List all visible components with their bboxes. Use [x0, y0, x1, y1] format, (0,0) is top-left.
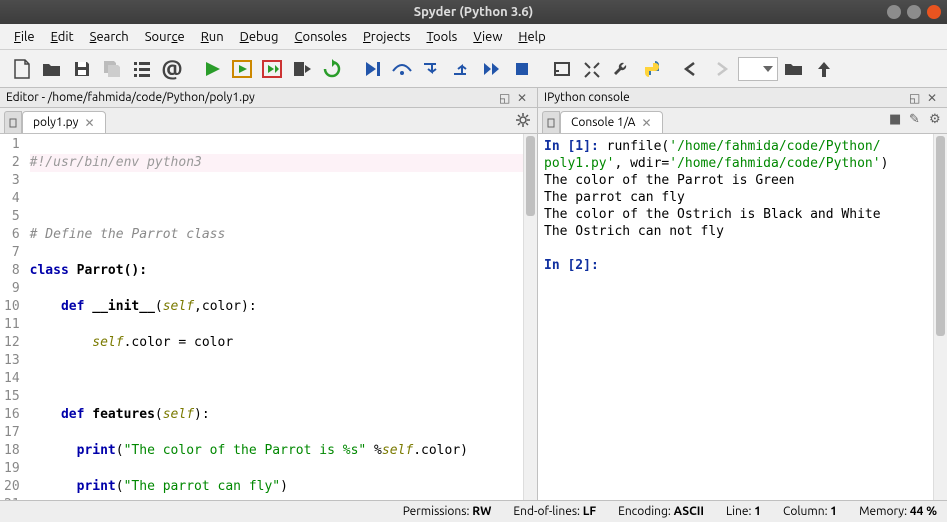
menu-consoles[interactable]: Consoles	[287, 27, 355, 47]
editor-pane-header: Editor - /home/fahmida/code/Python/poly1…	[0, 88, 537, 108]
menu-source[interactable]: Source	[137, 27, 193, 47]
menu-edit[interactable]: Edit	[43, 27, 82, 47]
at-icon[interactable]: @	[158, 55, 186, 83]
step-into-icon[interactable]	[418, 55, 446, 83]
tab-region-icon[interactable]	[4, 111, 22, 133]
status-col-label: Column:	[783, 505, 828, 518]
list-icon[interactable]	[128, 55, 156, 83]
tab-close-icon[interactable]: ✕	[641, 116, 651, 130]
tab-options-icon[interactable]	[515, 112, 531, 128]
status-col-value: 1	[830, 505, 837, 518]
window-title: Spyder (Python 3.6)	[414, 5, 533, 19]
step-out-icon[interactable]	[448, 55, 476, 83]
statusbar: Permissions: RW End-of-lines: LF Encodin…	[0, 500, 947, 522]
menu-projects[interactable]: Projects	[355, 27, 418, 47]
rerun-icon[interactable]	[318, 55, 346, 83]
step-over-icon[interactable]	[388, 55, 416, 83]
window-minimize-button[interactable]	[887, 5, 901, 19]
status-perm-value: RW	[472, 505, 491, 518]
folder-open-icon[interactable]	[38, 55, 66, 83]
pane-restore-icon[interactable]: ◱	[909, 91, 923, 105]
window-titlebar: Spyder (Python 3.6)	[0, 0, 947, 24]
editor-tab-row: poly1.py ✕	[0, 108, 537, 134]
console-stop-icon[interactable]: ■	[889, 112, 903, 126]
new-file-icon[interactable]	[8, 55, 36, 83]
status-enc-value: ASCII	[674, 505, 704, 518]
pane-restore-icon[interactable]: ◱	[499, 91, 513, 105]
console-pane-title: IPython console	[544, 91, 630, 104]
editor-tab[interactable]: poly1.py ✕	[22, 111, 106, 133]
console-options-icon[interactable]: ⚙	[929, 112, 943, 126]
status-line-label: Line:	[726, 505, 751, 518]
forward-icon[interactable]	[708, 55, 736, 83]
menu-debug[interactable]: Debug	[232, 27, 287, 47]
ipython-console[interactable]: In [1]: runfile('/home/fahmida/code/Pyth…	[538, 134, 947, 500]
wd-up-icon[interactable]	[810, 55, 838, 83]
code-editor[interactable]: 1 2 3 4 5 6 7 8 9 10 11 12 13 14 15 16 1…	[0, 134, 537, 500]
play-icon[interactable]	[198, 55, 226, 83]
tab-region-icon[interactable]	[542, 111, 560, 133]
status-enc-label: Encoding:	[618, 505, 671, 518]
editor-scrollbar[interactable]	[523, 134, 537, 500]
status-mem-value: 44 %	[910, 505, 937, 518]
pane-close-icon[interactable]: ✕	[927, 91, 941, 105]
run-cell-icon[interactable]	[228, 55, 256, 83]
save-all-icon[interactable]	[98, 55, 126, 83]
save-icon[interactable]	[68, 55, 96, 83]
status-line-value: 1	[754, 505, 761, 518]
pane-close-icon[interactable]: ✕	[517, 91, 531, 105]
run-selection-icon[interactable]	[288, 55, 316, 83]
editor-tab-label: poly1.py	[33, 116, 78, 129]
tab-close-icon[interactable]: ✕	[84, 116, 94, 130]
wrench-icon[interactable]	[608, 55, 636, 83]
status-eol-label: End-of-lines:	[513, 505, 580, 518]
line-gutter: 1 2 3 4 5 6 7 8 9 10 11 12 13 14 15 16 1…	[0, 134, 26, 500]
toolbar: @	[0, 50, 947, 88]
console-tab-label: Console 1/A	[571, 116, 635, 129]
console-panel: IPython console ◱ ✕ Console 1/A ✕ ■ ✎ ⚙ …	[538, 88, 947, 500]
menu-search[interactable]: Search	[82, 27, 137, 47]
editor-pane-title: Editor - /home/fahmida/code/Python/poly1…	[6, 91, 255, 104]
debug-start-icon[interactable]	[358, 55, 386, 83]
stop-icon[interactable]	[508, 55, 536, 83]
continue-icon[interactable]	[478, 55, 506, 83]
console-tab[interactable]: Console 1/A ✕	[560, 111, 663, 133]
run-cell-next-icon[interactable]	[258, 55, 286, 83]
editor-panel: Editor - /home/fahmida/code/Python/poly1…	[0, 88, 538, 500]
python-icon[interactable]	[638, 55, 666, 83]
console-scrollbar[interactable]	[933, 134, 947, 500]
wd-combo[interactable]	[738, 57, 778, 81]
menu-help[interactable]: Help	[510, 27, 553, 47]
fullscreen-icon[interactable]	[578, 55, 606, 83]
status-perm-label: Permissions:	[403, 505, 470, 518]
console-clear-icon[interactable]: ✎	[909, 112, 923, 126]
menu-view[interactable]: View	[465, 27, 510, 47]
wd-open-icon[interactable]	[780, 55, 808, 83]
menubar: File Edit Search Source Run Debug Consol…	[0, 24, 947, 50]
status-eol-value: LF	[583, 505, 596, 518]
menu-run[interactable]: Run	[193, 27, 232, 47]
window-maximize-button[interactable]	[907, 5, 921, 19]
console-pane-header: IPython console ◱ ✕	[538, 88, 947, 108]
status-mem-label: Memory:	[859, 505, 907, 518]
menu-file[interactable]: File	[6, 27, 43, 47]
maximize-icon[interactable]	[548, 55, 576, 83]
console-tab-row: Console 1/A ✕ ■ ✎ ⚙	[538, 108, 947, 134]
menu-tools[interactable]: Tools	[418, 27, 465, 47]
code-content[interactable]: #!/usr/bin/env python3 # Define the Parr…	[26, 134, 537, 500]
back-icon[interactable]	[678, 55, 706, 83]
window-close-button[interactable]	[927, 5, 941, 19]
